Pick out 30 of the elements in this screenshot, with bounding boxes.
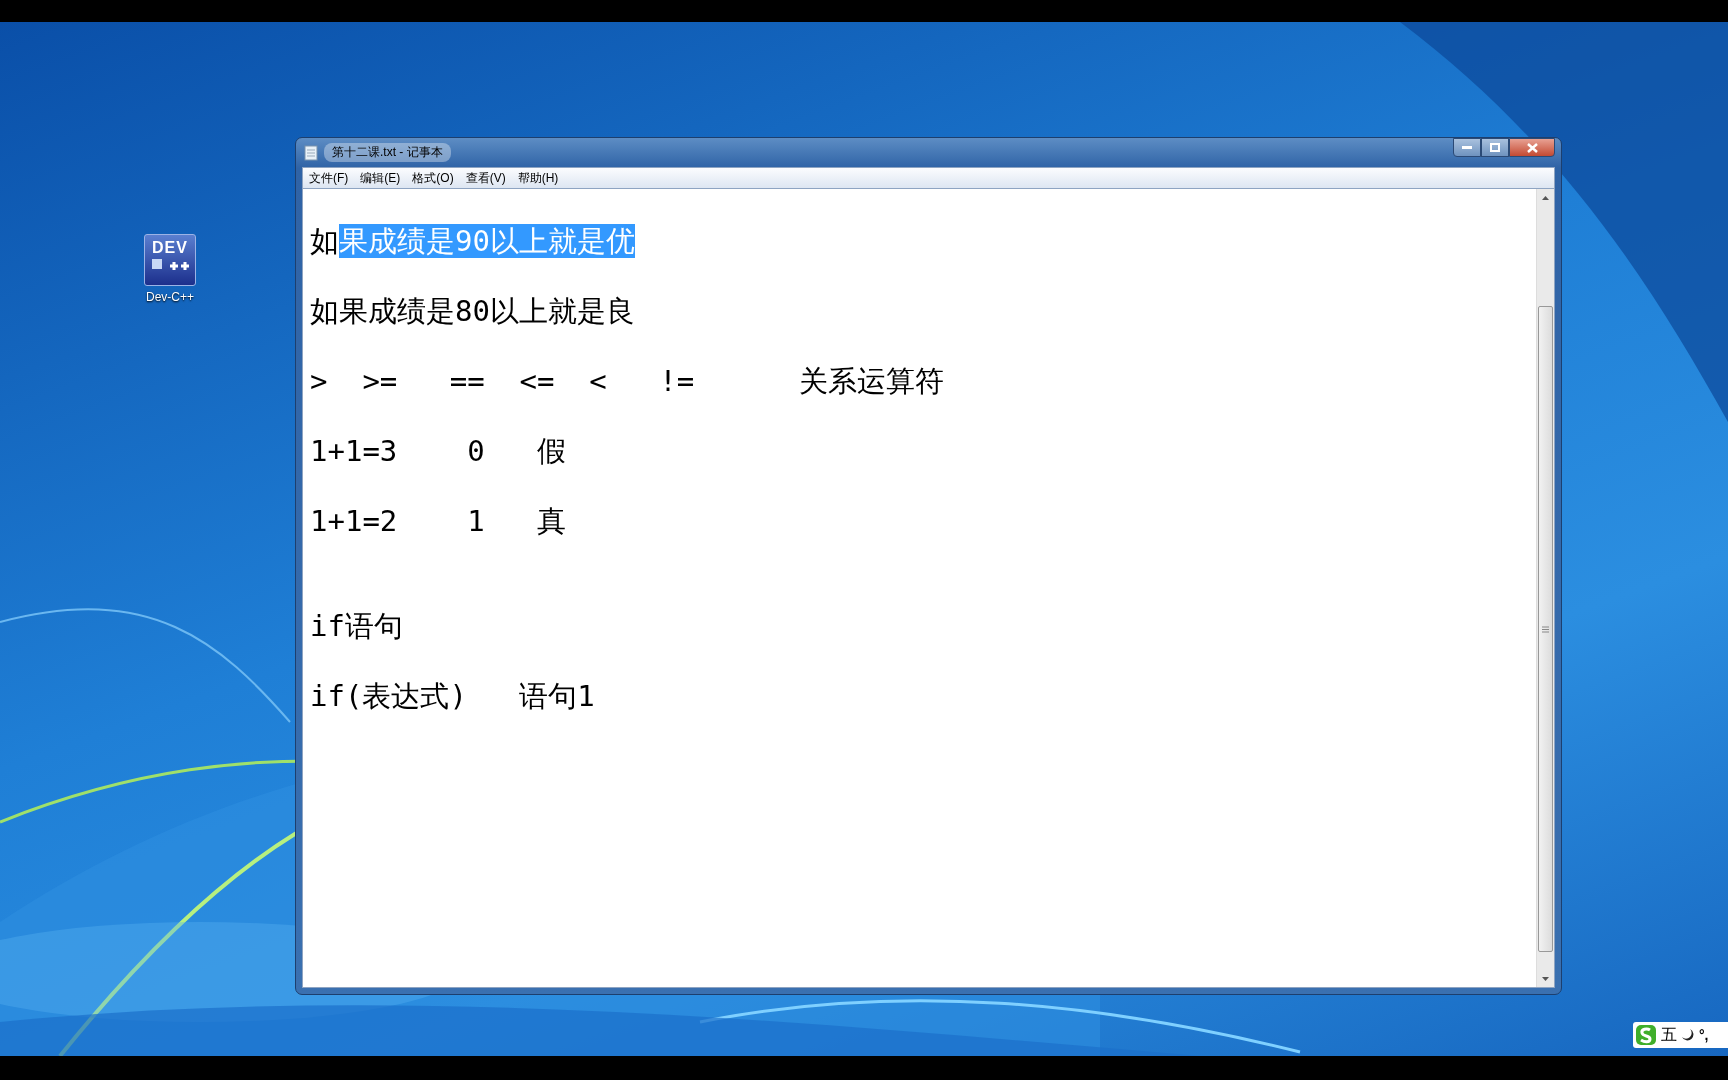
text-line: > >= == <= < != 关系运算符	[310, 364, 944, 399]
close-icon	[1526, 142, 1538, 153]
notepad-icon	[304, 144, 318, 161]
down-arrow-icon[interactable]	[1542, 976, 1549, 981]
text-line: if(表达式) 语句1	[310, 679, 595, 714]
text-line: 如果成绩是90以上就是优	[310, 224, 635, 259]
maximize-icon	[1490, 143, 1500, 152]
text-line: 如果成绩是80以上就是良	[310, 294, 635, 329]
maximize-button[interactable]	[1481, 138, 1509, 157]
menu-item[interactable]: 格式(O)	[406, 169, 460, 187]
app-icon[interactable]: DEV	[144, 234, 196, 286]
logo-icon[interactable]	[1635, 1024, 1657, 1046]
punctuation-mode[interactable]: °,	[1699, 1027, 1709, 1043]
moon-icon[interactable]	[1681, 1028, 1695, 1042]
menu-item[interactable]: 查看(V)	[459, 169, 512, 187]
up-arrow-icon[interactable]	[1542, 195, 1549, 200]
menu-item[interactable]: 编辑(E)	[354, 169, 407, 187]
minimize-button[interactable]	[1453, 138, 1481, 157]
text-line: if语句	[310, 609, 403, 644]
menu-item[interactable]: 帮助(H)	[511, 169, 565, 187]
menu-item[interactable]: 文件(F)	[303, 169, 355, 187]
scrollbar[interactable]	[1536, 189, 1554, 987]
text-line: 1+1=2 1 真	[310, 504, 566, 539]
scroll-thumb[interactable]	[1538, 306, 1553, 952]
text-line: 1+1=3 0 假	[310, 434, 566, 469]
input-mode[interactable]: 五	[1661, 1024, 1677, 1046]
icon-label: Dev-C++	[146, 290, 194, 304]
window-title: 第十二课.txt - 记事本	[324, 143, 451, 162]
minimize-icon	[1462, 145, 1472, 150]
close-button[interactable]	[1509, 138, 1555, 157]
